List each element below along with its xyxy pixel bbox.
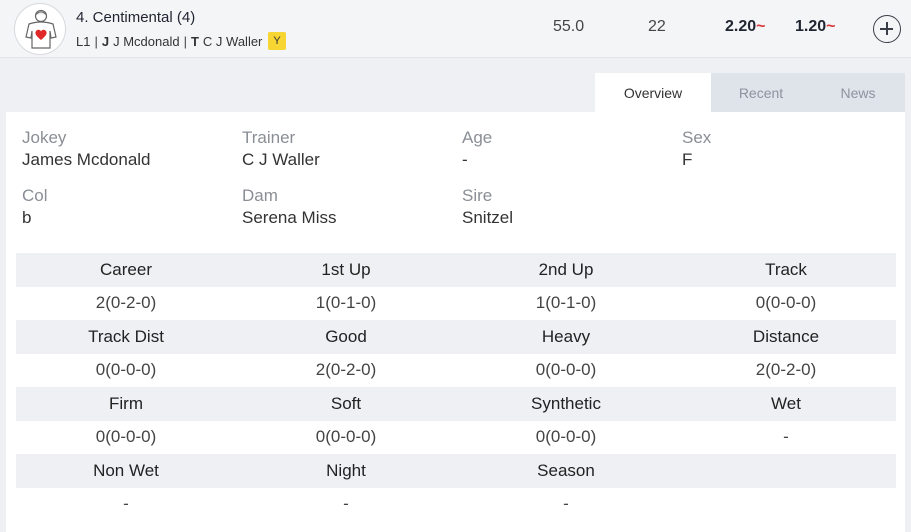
info-label: Col — [22, 186, 48, 205]
meta-separator: | — [94, 33, 98, 49]
info-colour: Col b — [22, 185, 48, 229]
stats-header-cell: 2nd Up — [538, 259, 594, 279]
info-value: Serena Miss — [242, 208, 337, 227]
runner-number: 22 — [648, 18, 666, 35]
stats-value-row: 0(0-0-0) 2(0-2-0) 0(0-0-0) 2(0-2-0) — [16, 353, 896, 387]
info-dam: Dam Serena Miss — [242, 185, 336, 229]
stats-header-cell: Track Dist — [88, 326, 164, 346]
stats-header-row: Firm Soft Synthetic Wet — [16, 387, 896, 421]
tab-bar: Overview Recent News — [595, 73, 905, 112]
stats-header-row: Track Dist Good Heavy Distance — [16, 320, 896, 354]
stats-value-cell: 0(0-0-0) — [755, 293, 817, 313]
stats-header-cell: Night — [326, 460, 366, 480]
stats-value-cell: 1(0-1-0) — [315, 293, 377, 313]
stats-value-cell: 2(0-2-0) — [755, 360, 817, 380]
tab-overview[interactable]: Overview — [595, 73, 711, 112]
win-odds[interactable]: 2.20~ — [725, 18, 765, 36]
stats-value-row: - - - — [16, 487, 896, 521]
runner-meta: L1 | J J Mcdonald | T C J Waller Y — [76, 32, 286, 50]
stats-header-row: Career 1st Up 2nd Up Track — [16, 253, 896, 287]
stats-header-cell: Good — [325, 326, 367, 346]
stats-value-cell: 0(0-0-0) — [535, 360, 597, 380]
stats-value-cell: 0(0-0-0) — [95, 360, 157, 380]
odds-trend-icon: ~ — [756, 18, 766, 35]
stats-header-cell: Soft — [330, 393, 362, 413]
info-trainer: Trainer C J Waller — [242, 127, 320, 171]
runner-weight: 55.0 — [553, 18, 585, 35]
info-jockey: Jokey James Mcdonald — [22, 127, 151, 171]
stats-header-cell: Season — [537, 460, 595, 480]
stats-value-row: 2(0-2-0) 1(0-1-0) 1(0-1-0) 0(0-0-0) — [16, 286, 896, 320]
info-label: Sex — [682, 128, 712, 147]
meta-prefix: L1 — [76, 33, 91, 49]
info-label: Age — [462, 128, 493, 147]
info-value: C J Waller — [242, 150, 320, 169]
stats-value-cell: - — [563, 494, 569, 514]
info-value: James Mcdonald — [22, 150, 151, 169]
tab-news[interactable]: News — [811, 73, 905, 112]
runner-header[interactable]: 4. Centimental (4) L1 | J J Mcdonald | T… — [0, 0, 911, 58]
stats-header-cell: Track — [765, 259, 807, 279]
stats-value-cell: 0(0-0-0) — [315, 427, 377, 447]
stats-value-cell: 2(0-2-0) — [315, 360, 377, 380]
stats-value-cell: 1(0-1-0) — [535, 293, 597, 313]
jockey-tag: J — [101, 33, 110, 49]
info-value: - — [462, 150, 468, 169]
jockey-silks-icon — [14, 3, 66, 55]
stats-value-cell: 0(0-0-0) — [535, 427, 597, 447]
info-value: F — [682, 150, 693, 169]
info-value: Snitzel — [462, 208, 514, 227]
info-value: b — [22, 208, 32, 227]
stats-grid: Career 1st Up 2nd Up Track 2(0-2-0) 1(0-… — [16, 253, 896, 521]
info-label: Dam — [242, 186, 278, 205]
stats-value-cell: - — [343, 494, 349, 514]
stats-value-cell: 2(0-2-0) — [95, 293, 157, 313]
win-odds-value: 2.20 — [725, 18, 757, 35]
stats-value-cell: - — [123, 494, 129, 514]
info-label: Jokey — [22, 128, 67, 147]
stats-header-cell: Non Wet — [93, 460, 159, 480]
place-odds-value: 1.20 — [795, 18, 827, 35]
stats-header-cell: Firm — [109, 393, 143, 413]
stats-value-row: 0(0-0-0) 0(0-0-0) 0(0-0-0) - — [16, 420, 896, 454]
info-label: Trainer — [242, 128, 296, 147]
tab-recent[interactable]: Recent — [711, 73, 811, 112]
stats-header-cell: Distance — [752, 326, 820, 346]
stats-header-cell: Wet — [771, 393, 801, 413]
info-label: Sire — [462, 186, 493, 205]
stats-value-cell: 0(0-0-0) — [95, 427, 157, 447]
status-badge: Y — [268, 32, 286, 50]
info-age: Age - — [462, 127, 492, 171]
stats-value-cell: - — [783, 427, 789, 447]
odds-trend-icon: ~ — [826, 18, 836, 35]
stats-header-cell: 1st Up — [321, 259, 371, 279]
jockey-name: J Mcdonald — [113, 33, 180, 49]
place-odds[interactable]: 1.20~ — [795, 18, 835, 36]
info-sex: Sex F — [682, 127, 711, 171]
stats-header-row: Non Wet Night Season — [16, 454, 896, 488]
add-selection-button[interactable] — [873, 15, 901, 43]
trainer-tag: T — [190, 33, 199, 49]
runner-name: 4. Centimental (4) — [76, 9, 196, 26]
meta-separator: | — [183, 33, 187, 49]
stats-header-cell: Career — [100, 259, 152, 279]
info-sire: Sire Snitzel — [462, 185, 513, 229]
stats-header-cell: Heavy — [541, 326, 591, 346]
trainer-name: C J Waller — [202, 33, 263, 49]
stats-header-cell: Synthetic — [531, 393, 601, 413]
